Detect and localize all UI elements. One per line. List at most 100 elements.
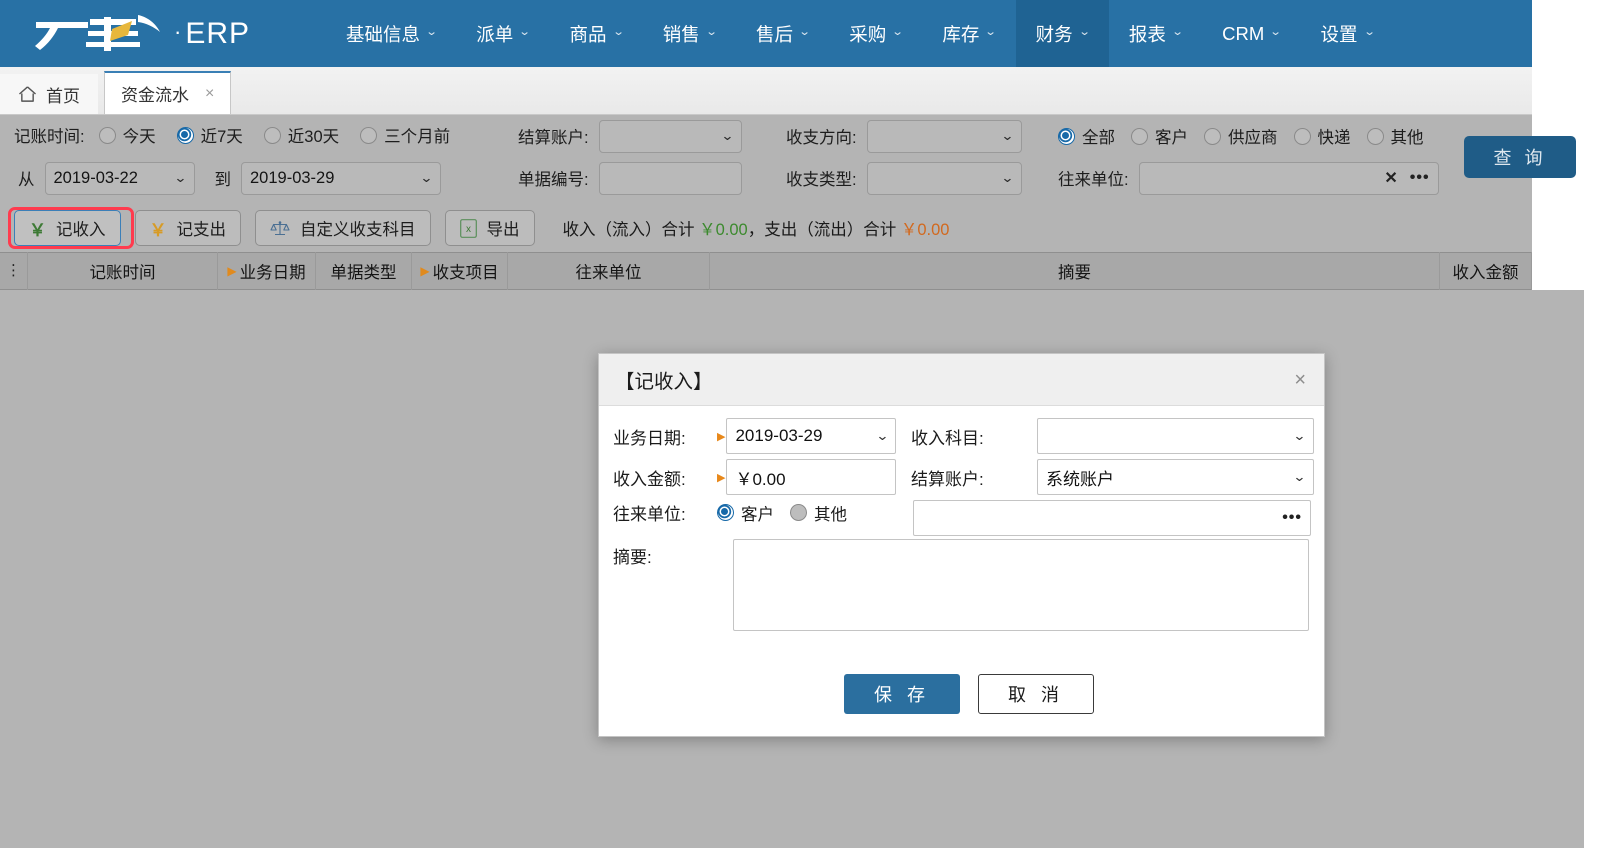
- nav-item-10[interactable]: CRM ⌄: [1202, 0, 1300, 67]
- table-header-cell-4[interactable]: 单据类型: [316, 252, 412, 290]
- bill-no-input[interactable]: [598, 161, 742, 195]
- table-header-row: ⋮ 记账时间 ▶ 业务日期 单据类型 ▶ 收支项目 往来单位 摘要 收入金额: [0, 252, 1532, 290]
- radio-icon[interactable]: [360, 126, 378, 144]
- tab-home[interactable]: 首页: [0, 74, 98, 114]
- table-header-label: 业务日期: [239, 264, 306, 282]
- table-header-cell-2[interactable]: 记账时间: [28, 252, 218, 290]
- nav-item-5[interactable]: 售后 ⌄: [736, 0, 829, 67]
- radio-icon[interactable]: [176, 126, 194, 144]
- settle-account-row: 结算账户: ⌄: [518, 119, 742, 153]
- income-subject-select[interactable]: ⌄: [1037, 418, 1314, 454]
- clear-icon[interactable]: ✕: [1384, 168, 1397, 188]
- save-button[interactable]: 保 存: [844, 674, 960, 714]
- column-menu-icon[interactable]: ⋮: [6, 263, 21, 278]
- nav-item-6[interactable]: 采购 ⌄: [829, 0, 922, 67]
- party-radio-4[interactable]: 快递: [1293, 124, 1351, 148]
- yen-icon: ￥: [149, 220, 167, 240]
- dialog-title: 【记收入】: [615, 371, 713, 393]
- totals-summary: 收入（流入）合计 ￥0.00，支出（流出）合计 ￥0.00: [563, 216, 950, 240]
- nav-item-8[interactable]: 财务 ⌄: [1015, 0, 1109, 67]
- nav-item-2[interactable]: 派单 ⌄: [456, 0, 549, 67]
- date-radio-2[interactable]: 近7天: [176, 123, 243, 147]
- tab-close-icon[interactable]: ×: [205, 85, 214, 103]
- nav-item-label: 销售: [662, 23, 700, 45]
- to-date-select[interactable]: 2019-03-29 ⌄: [241, 161, 441, 195]
- radio-icon[interactable]: [263, 126, 281, 144]
- nav-item-label: 设置: [1320, 23, 1358, 45]
- yen-icon: ￥: [29, 220, 46, 240]
- nav-item-label: 商品: [569, 23, 607, 45]
- more-options-icon[interactable]: •••: [1410, 169, 1430, 187]
- dialog-party-radio-2[interactable]: 其他: [790, 501, 847, 525]
- biz-date-select[interactable]: 2019-03-29 ⌄: [726, 418, 897, 454]
- type-select[interactable]: ⌄: [866, 161, 1022, 195]
- dialog-summary-textarea[interactable]: [733, 539, 1309, 631]
- settle-account-dialog-select[interactable]: 系统账户 ⌄: [1037, 459, 1314, 495]
- direction-select[interactable]: ⌄: [866, 119, 1022, 153]
- date-radio-4[interactable]: 三个月前: [360, 123, 450, 147]
- party-unit-input[interactable]: ✕ •••: [1138, 161, 1439, 195]
- dialog-header: 【记收入】 ×: [599, 354, 1324, 406]
- radio-icon[interactable]: [1058, 127, 1075, 145]
- cancel-button[interactable]: 取 消: [978, 674, 1094, 714]
- query-button[interactable]: 查 询: [1464, 136, 1576, 178]
- tab-capital-flow[interactable]: 资金流水 ×: [104, 71, 232, 114]
- table-header-cell-8[interactable]: 收入金额: [1440, 252, 1532, 290]
- close-icon[interactable]: ×: [1294, 370, 1306, 390]
- chevron-down-icon: ⌄: [1171, 26, 1184, 38]
- party-radio-5[interactable]: 其他: [1366, 124, 1424, 148]
- radio-icon[interactable]: [1131, 127, 1148, 145]
- dialog-party-field: 往来单位: 客户 其他: [613, 500, 847, 525]
- nav-item-11[interactable]: 设置 ⌄: [1300, 0, 1393, 67]
- action-toolbar: ￥ 记收入 ￥ 记支出 自定义收支科目 x 导出 收入（流入）合计 ￥0.00，支出（流出…: [0, 204, 1532, 252]
- radio-icon[interactable]: [1293, 127, 1311, 145]
- more-options-icon[interactable]: •••: [1282, 509, 1302, 527]
- radio-icon[interactable]: [1204, 127, 1221, 145]
- table-header-cell-6[interactable]: 往来单位: [508, 252, 710, 290]
- dialog-party-radio-group: 客户 其他: [717, 501, 847, 525]
- nav-item-4[interactable]: 销售 ⌄: [643, 0, 736, 67]
- dialog-footer: 保 存 取 消: [844, 674, 1094, 714]
- date-radio-1[interactable]: 今天: [98, 123, 156, 147]
- toolbar-button-2[interactable]: ￥ 记支出: [134, 210, 241, 246]
- chevron-down-icon: ⌄: [425, 26, 438, 38]
- nav-item-9[interactable]: 报表 ⌄: [1109, 0, 1202, 67]
- nav-item-3[interactable]: 商品 ⌄: [549, 0, 642, 67]
- income-amount-input[interactable]: ￥0.00: [726, 459, 897, 495]
- dialog-party-label: 往来单位:: [613, 505, 686, 524]
- toolbar-button-1[interactable]: ￥ 记收入: [14, 210, 121, 246]
- nav-item-1[interactable]: 基础信息 ⌄: [326, 0, 456, 67]
- radio-icon[interactable]: [790, 504, 807, 521]
- tab-strip: 首页 资金流水 ×: [0, 67, 1532, 115]
- table-header-cell-7[interactable]: 摘要: [710, 252, 1440, 290]
- toolbar-button-label: 导出: [486, 221, 520, 239]
- tab-capital-flow-label: 资金流水: [121, 86, 189, 105]
- table-header-cell-1[interactable]: ⋮: [0, 252, 28, 290]
- type-row: 收支类型: ⌄: [786, 161, 1022, 195]
- brand-logo-area[interactable]: · ERP: [0, 0, 260, 67]
- table-header-cell-5[interactable]: ▶ 收支项目: [412, 252, 508, 290]
- party-radio-2[interactable]: 客户: [1131, 124, 1188, 148]
- party-radio-label: 全部: [1082, 129, 1115, 147]
- to-date-value: 2019-03-29: [250, 168, 335, 187]
- dialog-party-input[interactable]: •••: [913, 500, 1311, 536]
- nav-item-7[interactable]: 库存 ⌄: [922, 0, 1015, 67]
- record-income-dialog: 【记收入】 × 业务日期: ▶ 2019-03-29 ⌄ 收入科目: ⌄ 收入金…: [598, 353, 1325, 737]
- income-subject-field: 收入科目: ⌄: [911, 418, 1314, 454]
- party-radio-3[interactable]: 供应商: [1204, 124, 1278, 148]
- settle-account-select[interactable]: ⌄: [598, 119, 742, 153]
- from-date-select[interactable]: 2019-03-22 ⌄: [44, 161, 195, 195]
- chevron-down-icon: ⌄: [984, 26, 998, 38]
- party-radio-1[interactable]: 全部: [1058, 124, 1115, 148]
- chevron-down-icon: ⌄: [1000, 170, 1014, 185]
- date-radio-label: 三个月前: [384, 128, 451, 146]
- dialog-party-radio-1[interactable]: 客户: [717, 501, 774, 525]
- toolbar-button-4[interactable]: x 导出: [444, 210, 535, 246]
- table-header-cell-3[interactable]: ▶ 业务日期: [218, 252, 316, 290]
- excel-icon: x: [459, 218, 477, 238]
- radio-icon[interactable]: [717, 504, 734, 521]
- radio-icon[interactable]: [98, 126, 116, 144]
- toolbar-button-3[interactable]: 自定义收支科目: [255, 210, 431, 246]
- radio-icon[interactable]: [1366, 127, 1384, 145]
- date-radio-3[interactable]: 近30天: [263, 123, 339, 147]
